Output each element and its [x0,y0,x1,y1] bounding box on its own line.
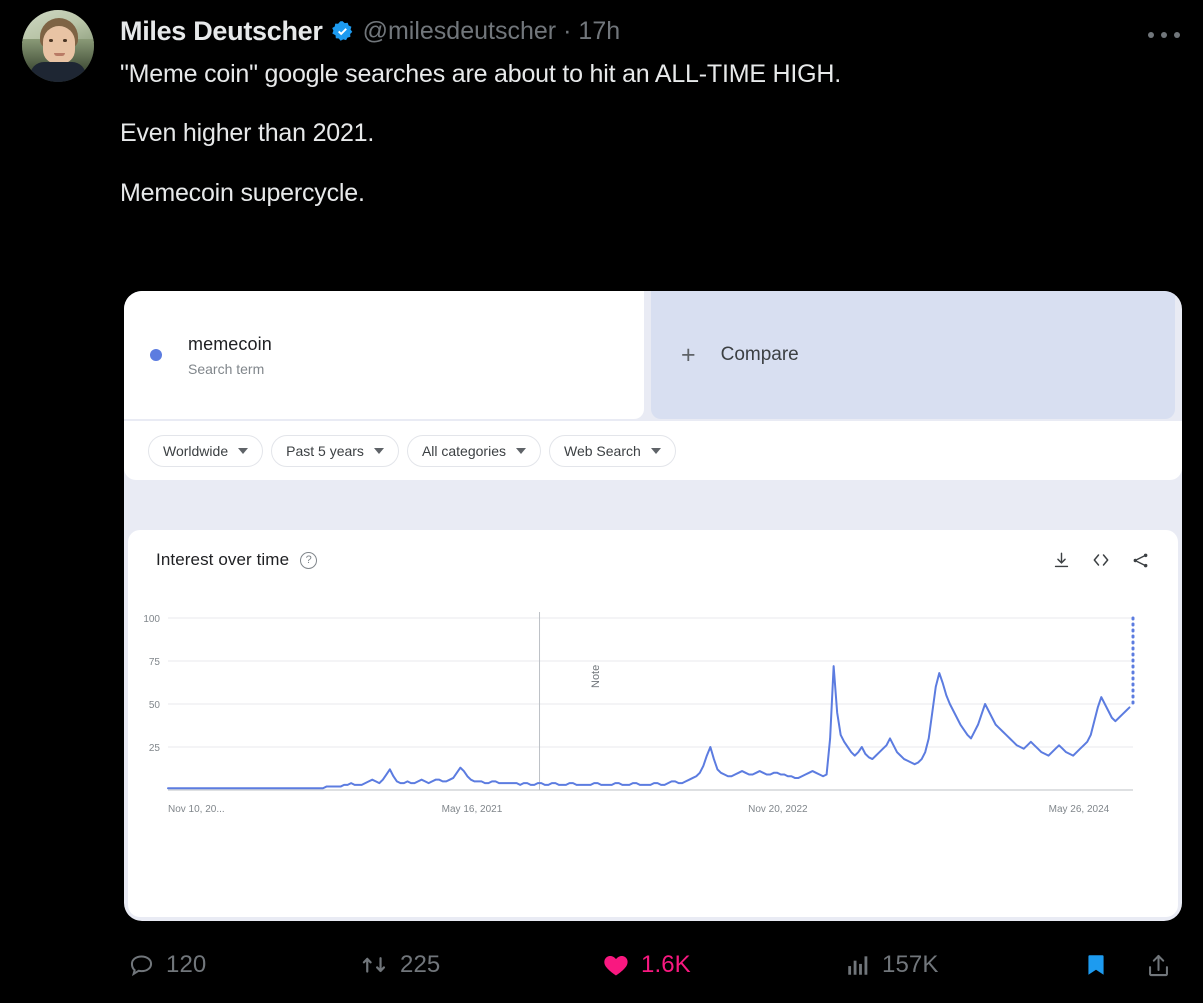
tweet-header: Miles Deutscher @milesdeutscher · 17h [120,16,620,47]
author-name[interactable]: Miles Deutscher [120,16,323,47]
retweet-count: 225 [400,951,441,978]
filter-timerange-label: Past 5 years [286,442,364,459]
chart-title: Interest over time [156,550,290,569]
share-icon[interactable] [1131,551,1150,570]
compare-label: Compare [720,344,799,365]
svg-text:75: 75 [149,657,161,668]
filter-searchtype-label: Web Search [563,442,641,459]
analytics-icon [848,956,868,975]
chevron-down-icon [238,447,249,454]
svg-text:May 26, 2024: May 26, 2024 [1049,804,1110,815]
embed-icon[interactable] [1091,550,1111,570]
tweet-container: Miles Deutscher @milesdeutscher · 17h "M… [0,0,1203,1003]
svg-text:Nov 20, 2022: Nov 20, 2022 [748,804,808,815]
download-icon[interactable] [1052,551,1071,570]
chart-plot-area: 25 50 75 100 Nov 10, 20... May 16, 2021 Nov 20… [128,606,1178,826]
chevron-down-icon [515,447,526,454]
filter-searchtype[interactable]: Web Search [548,434,676,467]
more-dot [1161,32,1167,38]
tweet-line-1: "Meme coin" google searches are about to… [120,60,841,88]
verified-badge-icon [331,20,354,43]
like-count: 1.6K [641,951,691,978]
search-term-label: memecoin [188,333,272,354]
filter-category[interactable]: All categories [406,434,541,467]
svg-text:May 16, 2021: May 16, 2021 [442,804,503,815]
more-dot [1148,32,1154,38]
filter-category-label: All categories [421,442,506,459]
note-annotation: Note [590,664,602,688]
trends-filter-bar: Worldwide Past 5 years All categories We… [124,421,1182,480]
chart-header: Interest over time ? [128,530,1178,590]
share-button[interactable] [1145,941,1172,989]
compare-button[interactable]: + Compare [651,291,1175,419]
filter-region-label: Worldwide [163,442,229,459]
search-term-type: Search term [188,360,265,377]
views-count: 157K [882,951,939,978]
reply-count: 120 [166,951,207,978]
svg-text:25: 25 [149,743,161,754]
chevron-down-icon [650,447,661,454]
google-trends-embed: memecoin Search term + Compare Worldwide… [124,291,1182,921]
interest-over-time-chart[interactable]: 25 50 75 100 Nov 10, 20... May 16, 2021 Nov 20… [128,606,1178,826]
reply-icon [130,954,153,976]
views-button[interactable]: 157K [845,941,938,989]
heart-icon [604,955,628,976]
help-icon[interactable]: ? [300,551,318,569]
share-icon [1149,954,1168,976]
svg-text:Nov 10, 20...: Nov 10, 20... [168,804,225,815]
avatar[interactable] [22,10,94,82]
plus-icon: + [681,340,696,369]
retweet-icon [362,956,386,973]
trends-terms-row: memecoin Search term + Compare [124,291,1182,419]
tweet-text: "Meme coin" google searches are about to… [120,58,1160,210]
more-dot [1174,32,1180,38]
retweet-button[interactable]: 225 [360,941,440,989]
reply-button[interactable]: 120 [128,941,206,989]
series-color-dot [150,349,162,361]
author-handle[interactable]: @milesdeutscher [363,17,557,46]
engagement-bar: 120 225 1.6K 157K [0,941,1203,1001]
timestamp[interactable]: 17h [578,17,620,46]
svg-text:50: 50 [149,700,161,711]
tweet-line-2: Even higher than 2021. [120,119,375,148]
chevron-down-icon [373,447,384,454]
bookmark-button[interactable] [1083,941,1109,989]
like-button[interactable]: 1.6K [602,941,691,989]
filter-region[interactable]: Worldwide [148,434,264,467]
interest-over-time-card: Interest over time ? 25 50 75 100 Nov 10… [128,530,1178,917]
svg-text:100: 100 [143,614,160,625]
header-separator: · [563,17,572,45]
filter-timerange[interactable]: Past 5 years [271,434,399,467]
tweet-line-3: Memecoin supercycle. [120,178,365,207]
search-term-card[interactable]: memecoin Search term [124,291,644,419]
bookmark-icon [1088,955,1104,975]
more-options-button[interactable] [1145,20,1183,50]
avatar-photo [22,10,94,82]
